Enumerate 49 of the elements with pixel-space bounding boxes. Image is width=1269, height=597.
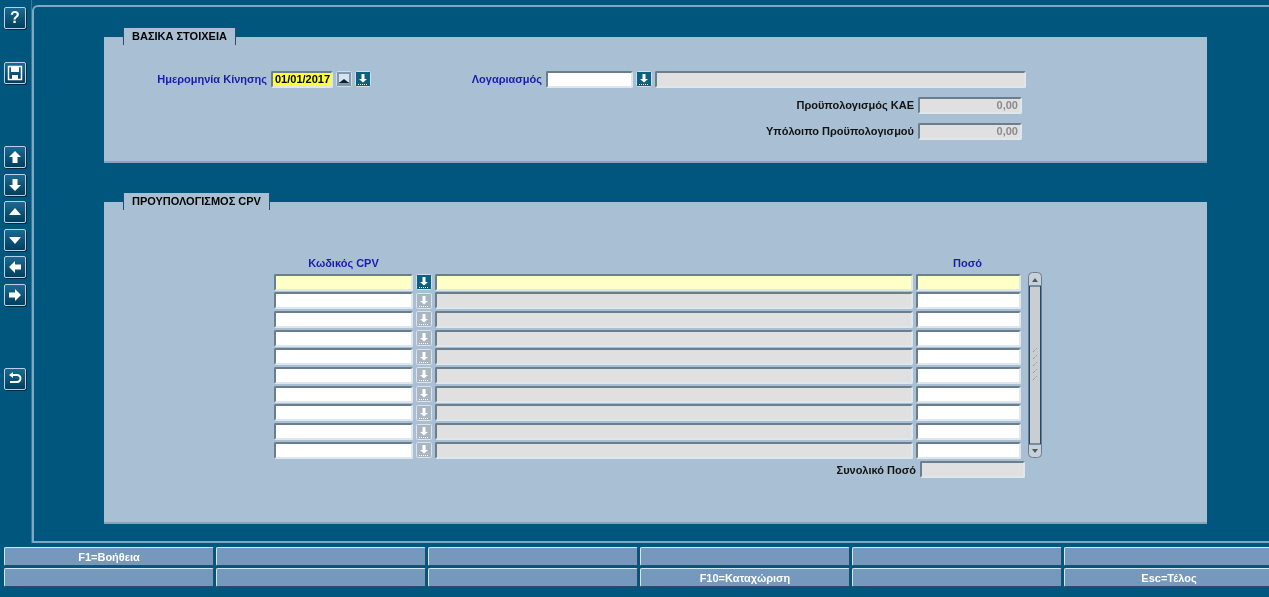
amount-field[interactable] [916, 441, 1021, 459]
cpv-code-field[interactable] [274, 292, 413, 310]
amount-field[interactable] [916, 423, 1021, 441]
cpv-code-field[interactable] [274, 273, 413, 291]
calendar-icon[interactable] [336, 71, 352, 87]
cpv-code-field[interactable] [274, 366, 413, 384]
cpv-code-field[interactable] [274, 441, 413, 459]
amount-field: 0,00 [918, 96, 1022, 114]
arrow-down-icon [8, 177, 22, 192]
arrow-right-icon [8, 287, 22, 302]
account-field[interactable] [546, 70, 633, 88]
amount-field[interactable] [916, 348, 1021, 366]
column-header: Ποσό [952, 257, 983, 270]
cpv-code-field[interactable] [274, 329, 413, 347]
amount-field[interactable] [916, 404, 1021, 422]
right-arrow-button[interactable] [4, 283, 26, 306]
cpv-code-field[interactable] [274, 385, 413, 403]
amount-field[interactable] [916, 366, 1021, 384]
up-arrow-button[interactable] [4, 146, 26, 168]
help-button[interactable]: ? [4, 7, 26, 29]
cpv-code-field[interactable] [274, 404, 413, 422]
field-label: Υπόλοιπο Προϋπολογισμού [764, 125, 914, 137]
save-button[interactable] [4, 62, 26, 84]
down-arrow-button[interactable] [4, 173, 26, 196]
left-arrow-button[interactable] [4, 256, 26, 278]
function-key[interactable]: Esc=Τέλος [1064, 568, 1269, 587]
amount-field[interactable] [916, 329, 1021, 347]
cpv-code-field[interactable] [274, 348, 413, 366]
amount-field[interactable] [916, 292, 1021, 310]
amount-field: 0,00 [918, 122, 1022, 140]
amount-field[interactable] [916, 273, 1021, 291]
column-header: Κωδικός CPV [307, 257, 380, 270]
up-triangle-button[interactable] [4, 201, 26, 223]
scrollbar[interactable] [1028, 272, 1042, 458]
field-label: Προϋπολογισμός ΚΑΕ [795, 99, 914, 111]
cpv-code-field[interactable] [274, 423, 413, 441]
field-label: Ημερομηνία Κίνησης [156, 73, 267, 85]
field-label: Συνολικό Ποσό [835, 463, 916, 476]
cpv-code-field[interactable] [274, 310, 413, 328]
undo-button[interactable] [4, 367, 26, 390]
date-field[interactable]: 01/01/2017 [271, 70, 333, 88]
down-triangle-button[interactable] [4, 228, 26, 251]
function-key[interactable]: F10=Καταχώριση [640, 568, 850, 587]
arrow-left-icon [8, 260, 22, 274]
amount-field[interactable] [916, 385, 1021, 403]
amount-field[interactable] [916, 310, 1021, 328]
field-label: Λογαριασμός [470, 73, 542, 85]
arrow-up-icon [8, 150, 22, 164]
function-key[interactable]: F1=Βοήθεια [4, 547, 214, 566]
